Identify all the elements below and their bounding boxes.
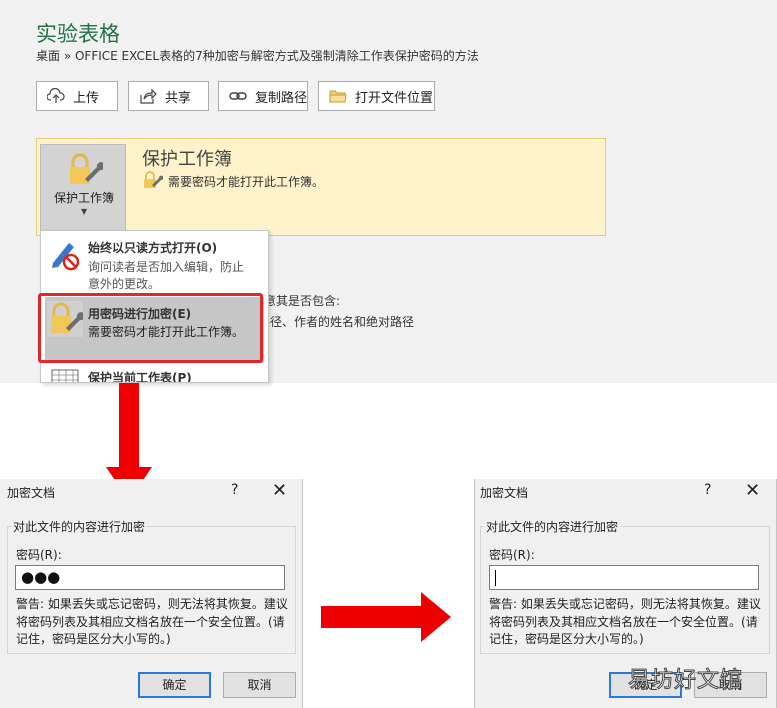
password-input[interactable] xyxy=(489,565,759,590)
small-lock-key-icon xyxy=(144,171,163,188)
close-button[interactable]: ✕ xyxy=(745,480,760,501)
lock-key-icon xyxy=(70,153,103,184)
backstage-info-panel: 实验表格 桌面 » OFFICE EXCEL表格的7种加密与解密方式及强制清除工… xyxy=(0,0,777,383)
copy-path-button[interactable]: 复制路径 xyxy=(218,81,308,111)
read-only-pen-icon xyxy=(52,243,80,271)
group-label: 对此文件的内容进行加密 xyxy=(484,518,621,535)
group-label: 对此文件的内容进行加密 xyxy=(11,518,148,535)
breadcrumb: 桌面 » OFFICE EXCEL表格的7种加密与解密方式及强制清除工作表保护密… xyxy=(36,49,479,63)
help-button[interactable]: ? xyxy=(704,482,711,498)
screenshot-root: 实验表格 桌面 » OFFICE EXCEL表格的7种加密与解密方式及强制清除工… xyxy=(0,0,777,708)
menu-item-description: 询问读者是否加入编辑，防止意外的更改。 xyxy=(88,260,245,291)
protect-workbook-tile-label: 保护工作簿 xyxy=(53,191,114,205)
help-button[interactable]: ? xyxy=(231,482,238,498)
encrypt-document-dialog: 加密文档 ? ✕ 对此文件的内容进行加密 密码(R): ●●● 警告: 如果丢失… xyxy=(0,479,303,708)
highlight-box xyxy=(38,293,263,363)
close-button[interactable]: ✕ xyxy=(272,480,287,501)
protect-workbook-description: 需要密码才能打开此工作簿。 xyxy=(168,175,325,189)
warning-text: 警告: 如果丢失或忘记密码，则无法将其恢复。建议将密码列表及其相应文档名放在一个… xyxy=(16,597,288,646)
workbook-title: 实验表格 xyxy=(36,22,120,46)
password-input[interactable]: ●●● xyxy=(15,565,285,590)
folder-icon xyxy=(329,90,347,103)
ok-button[interactable]: 确定 xyxy=(138,672,211,698)
inspect-note-line2: 路径、作者的姓名和绝对路径 xyxy=(258,315,415,329)
share-label: 共享 xyxy=(165,90,192,106)
dialog-title: 加密文档 xyxy=(480,486,529,500)
menu-item-title: 始终以只读方式打开(O) xyxy=(88,241,218,255)
text-cursor xyxy=(495,569,496,586)
copy-path-label: 复制路径 xyxy=(255,90,308,106)
arrow-right-icon xyxy=(321,592,451,642)
open-file-location-button[interactable]: 打开文件位置 xyxy=(318,81,435,111)
cancel-button[interactable]: 取消 xyxy=(223,672,296,698)
chevron-down-icon: ▼ xyxy=(81,207,88,216)
dialog-title: 加密文档 xyxy=(7,486,56,500)
link-icon xyxy=(229,92,247,100)
share-button[interactable]: 共享 xyxy=(128,81,209,111)
protect-workbook-button[interactable]: 保护工作簿 ▼ xyxy=(40,144,126,232)
password-label: 密码(R): xyxy=(489,548,535,562)
watermark-text: 易坊好文馆 xyxy=(627,668,744,694)
upload-icon xyxy=(47,88,65,103)
menu-item-title: 保护当前工作表(P) xyxy=(88,371,192,383)
open-file-location-label: 打开文件位置 xyxy=(355,90,434,106)
protect-workbook-heading: 保护工作簿 xyxy=(142,149,232,170)
warning-text: 警告: 如果丢失或忘记密码，则无法将其恢复。建议将密码列表及其相应文档名放在一个… xyxy=(489,597,761,646)
sheet-grid-icon xyxy=(51,369,79,382)
share-icon xyxy=(140,88,157,104)
upload-button[interactable]: 上传 xyxy=(36,81,118,111)
password-label: 密码(R): xyxy=(16,548,62,562)
upload-label: 上传 xyxy=(73,90,100,106)
